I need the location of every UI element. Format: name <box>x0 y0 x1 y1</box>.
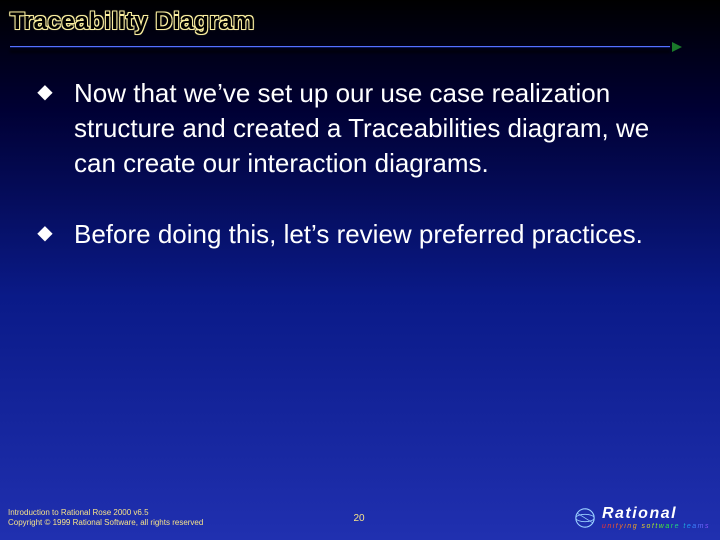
brand-area: Rational unifying software teams <box>389 506 720 530</box>
bullet-text: Now that we’ve set up our use case reali… <box>74 76 680 181</box>
page-number: 20 <box>329 513 389 524</box>
arrow-right-icon <box>672 42 682 52</box>
brand-text: Rational unifying software teams <box>602 506 710 530</box>
underline-shadow <box>10 50 670 53</box>
footer-copyright: Copyright © 1999 Rational Software, all … <box>8 518 329 528</box>
diamond-bullet-icon: ◆ <box>36 77 54 107</box>
footer-left: Introduction to Rational Rose 2000 v6.5 … <box>0 508 329 527</box>
title-underline <box>10 42 710 52</box>
underline-bar <box>10 46 670 48</box>
title-bar: Traceability Diagram <box>0 0 720 54</box>
brand-tagline: unifying software teams <box>602 523 710 530</box>
slide-footer: Introduction to Rational Rose 2000 v6.5 … <box>0 496 720 540</box>
slide-content: ◆ Now that we’ve set up our use case rea… <box>0 54 720 252</box>
rational-logo-icon <box>574 507 596 529</box>
bullet-text: Before doing this, let’s review preferre… <box>74 217 643 252</box>
slide-title: Traceability Diagram <box>10 8 710 36</box>
brand-name: Rational <box>602 506 677 522</box>
diamond-bullet-icon: ◆ <box>36 218 54 248</box>
bullet-item: ◆ Now that we’ve set up our use case rea… <box>36 76 680 181</box>
footer-course-name: Introduction to Rational Rose 2000 v6.5 <box>8 508 329 518</box>
bullet-item: ◆ Before doing this, let’s review prefer… <box>36 217 680 252</box>
